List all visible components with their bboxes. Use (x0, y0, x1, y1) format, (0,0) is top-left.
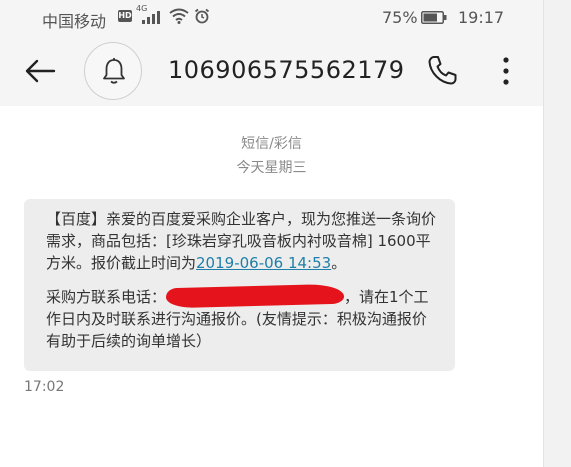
alarm-icon (194, 8, 210, 24)
battery-icon (421, 11, 447, 24)
message-paragraph-2: 采购方联系电话： ，请在1个工作日内及时联系进行沟通报价。(友情提示：积极沟通报价… (46, 283, 439, 352)
wifi-icon (169, 8, 189, 24)
phone-screen: 中国移动 HD 4G 75% 19:17 106906575562179 短信/… (0, 0, 543, 467)
status-time: 19:17 (458, 8, 505, 27)
bell-icon (103, 58, 125, 84)
message-text-end: 。 (331, 254, 347, 272)
date-separator: 今天星期三 (236, 160, 307, 176)
phone-icon[interactable] (426, 54, 458, 88)
contact-label: 采购方联系电话： (46, 288, 167, 306)
back-arrow-icon[interactable] (22, 56, 58, 86)
signal-icon (142, 11, 160, 24)
status-bar: 中国移动 HD 4G 75% 19:17 (0, 0, 543, 36)
redaction-mark (165, 283, 345, 309)
hd-badge: HD (118, 10, 132, 22)
message-paragraph-1: 【百度】亲爱的百度爱采购企业客户，现为您推送一条询价需求，商品包括：[珍珠岩穿孔… (46, 208, 439, 274)
notification-button[interactable] (84, 42, 142, 100)
message-bubble[interactable]: 【百度】亲爱的百度爱采购企业客户，现为您推送一条询价需求，商品包括：[珍珠岩穿孔… (24, 199, 455, 371)
message-timestamp: 17:02 (24, 379, 65, 395)
battery-percent: 75% (382, 8, 418, 27)
date-link[interactable]: 2019-06-06 14:53 (196, 254, 331, 272)
conversation-header: 106906575562179 (0, 36, 543, 106)
message-type-label: 短信/彩信 (241, 136, 302, 152)
carrier-label: 中国移动 (42, 12, 107, 31)
side-edge (543, 0, 571, 467)
more-vertical-icon[interactable] (496, 54, 516, 88)
sender-number: 106906575562179 (168, 56, 405, 84)
